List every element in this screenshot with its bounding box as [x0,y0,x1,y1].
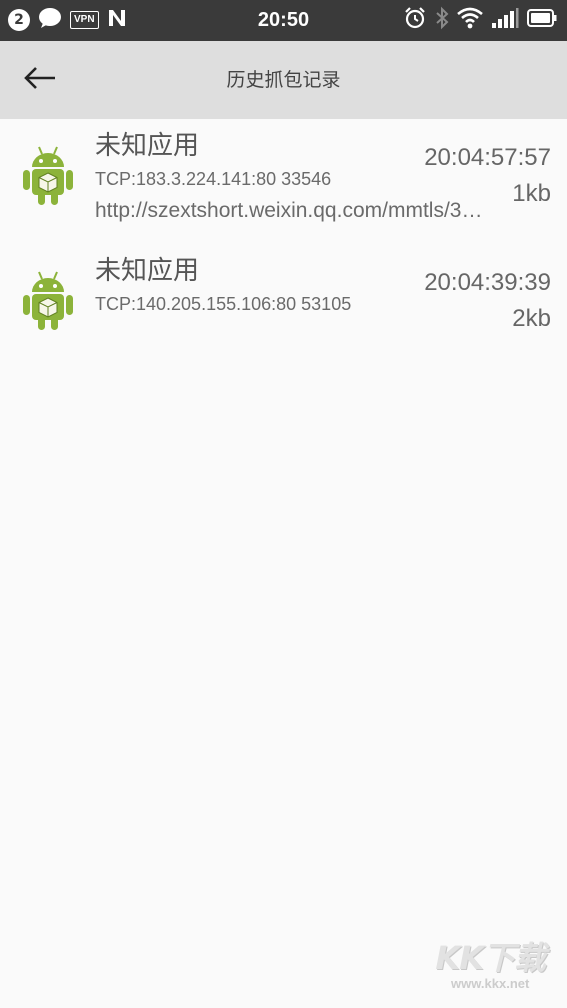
data-size: 2kb [512,305,551,332]
battery-icon [527,8,557,32]
capture-time: 20:04:57:57 [424,144,551,171]
capture-time: 20:04:39:39 [424,269,551,296]
signal-strength-icon [491,7,519,33]
status-bar: 2 VPN 20:50 [0,0,567,41]
android-app-icon [20,268,76,332]
wifi-icon [457,7,483,33]
site-watermark: KK下载 www.kkx.net [435,939,546,992]
bluetooth-icon [435,6,449,34]
capture-record-item[interactable]: 未知应用 TCP:183.3.224.141:80 33546 http://s… [0,119,567,244]
app-name: 未知应用 [95,256,200,286]
capture-record-item[interactable]: 未知应用 TCP:140.205.155.106:80 53105 20:04:… [0,244,567,344]
connection-info: TCP:183.3.224.141:80 33546 [95,169,332,189]
app-name: 未知应用 [95,131,200,161]
capture-record-list: 未知应用 TCP:183.3.224.141:80 33546 http://s… [0,119,567,344]
alarm-clock-icon [403,6,427,34]
android-app-icon [20,143,76,207]
connection-info: TCP:140.205.155.106:80 53105 [95,294,352,314]
app-bar: 历史抓包记录 [0,41,567,119]
watermark-url: www.kkx.net [451,976,530,991]
data-size: 1kb [512,180,551,207]
status-bar-right-icons [403,6,557,34]
request-url: http://szextshort.weixin.qq.com/mmtls/32… [95,199,490,222]
watermark-logo: KK下载 [435,939,546,977]
page-title: 历史抓包记录 [226,69,341,91]
